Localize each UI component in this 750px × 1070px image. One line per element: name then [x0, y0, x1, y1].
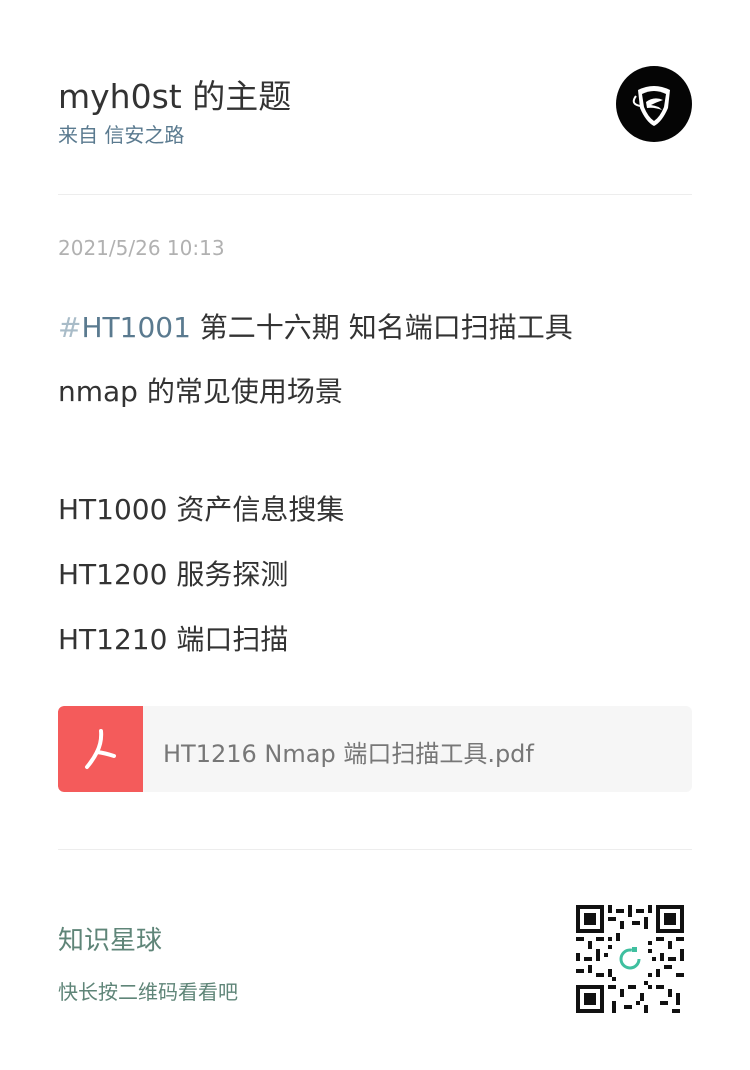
footer-hint: 快长按二维码看看吧 [58, 980, 238, 1004]
header-divider [58, 194, 692, 195]
post-line-3: HT1000 资产信息搜集 [58, 493, 345, 526]
post-line-1-text: 第二十六期 知名端口扫描工具 [190, 311, 573, 344]
source-group-link[interactable]: 来自 信安之路 [58, 119, 184, 148]
hashtag-sign[interactable]: # [58, 311, 81, 344]
pdf-file-icon [58, 706, 143, 792]
attachment-filename: HT1216 Nmap 端口扫描工具.pdf [163, 740, 534, 768]
shield-logo-icon [632, 86, 670, 126]
hashtag-link[interactable]: HT1001 [81, 311, 190, 344]
pdf-attachment[interactable]: HT1216 Nmap 端口扫描工具.pdf [58, 706, 692, 792]
post-line-2: nmap 的常见使用场景 [58, 375, 343, 408]
footer-title: 知识星球 [58, 926, 163, 956]
footer-divider [58, 849, 692, 850]
page-title: myh0st 的主题 [58, 77, 292, 116]
qr-code-icon[interactable] [576, 905, 684, 1013]
avatar[interactable] [616, 66, 692, 142]
post-timestamp: 2021/5/26 10:13 [58, 236, 225, 260]
post-line-5: HT1210 端口扫描 [58, 623, 289, 656]
post-line-1: #HT1001 第二十六期 知名端口扫描工具 [58, 306, 698, 346]
post-header: myh0st 的主题 来自 信安之路 [58, 66, 692, 156]
post-line-4: HT1200 服务探测 [58, 558, 289, 591]
